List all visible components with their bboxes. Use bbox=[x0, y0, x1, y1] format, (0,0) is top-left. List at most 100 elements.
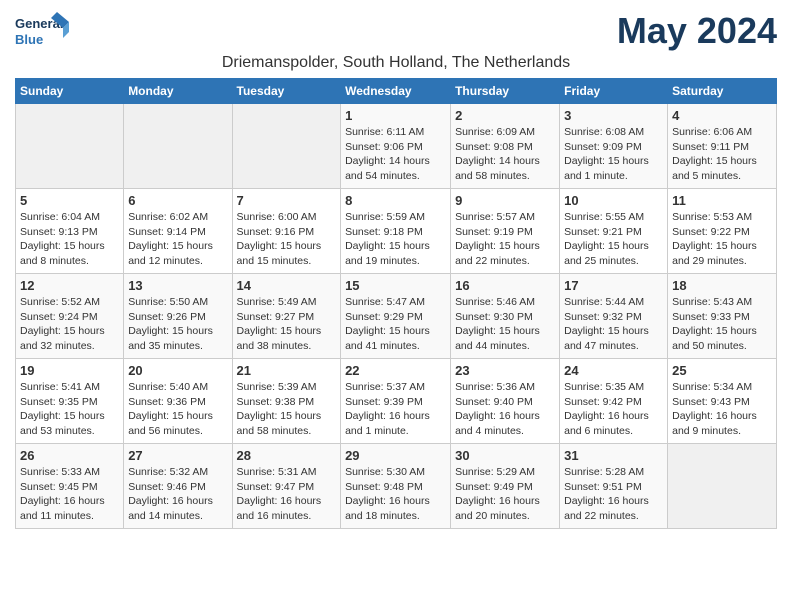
day-number: 12 bbox=[20, 278, 119, 293]
col-monday: Monday bbox=[124, 79, 232, 104]
table-row: 28 Sunrise: 5:31 AM Sunset: 9:47 PM Dayli… bbox=[232, 444, 341, 529]
day-info: Sunrise: 5:30 AM Sunset: 9:48 PM Dayligh… bbox=[345, 465, 446, 524]
day-number: 23 bbox=[455, 363, 555, 378]
day-number: 10 bbox=[564, 193, 663, 208]
col-tuesday: Tuesday bbox=[232, 79, 341, 104]
day-number: 9 bbox=[455, 193, 555, 208]
day-number: 17 bbox=[564, 278, 663, 293]
table-row: 20 Sunrise: 5:40 AM Sunset: 9:36 PM Dayli… bbox=[124, 359, 232, 444]
day-number: 4 bbox=[672, 108, 772, 123]
svg-text:Blue: Blue bbox=[15, 32, 43, 47]
calendar-week-row: 5 Sunrise: 6:04 AM Sunset: 9:13 PM Daylig… bbox=[16, 189, 777, 274]
day-info: Sunrise: 5:35 AM Sunset: 9:42 PM Dayligh… bbox=[564, 380, 663, 439]
day-info: Sunrise: 6:11 AM Sunset: 9:06 PM Dayligh… bbox=[345, 125, 446, 184]
table-row: 26 Sunrise: 5:33 AM Sunset: 9:45 PM Dayli… bbox=[16, 444, 124, 529]
day-info: Sunrise: 5:36 AM Sunset: 9:40 PM Dayligh… bbox=[455, 380, 555, 439]
day-number: 27 bbox=[128, 448, 227, 463]
day-number: 16 bbox=[455, 278, 555, 293]
table-row: 22 Sunrise: 5:37 AM Sunset: 9:39 PM Dayli… bbox=[341, 359, 451, 444]
day-info: Sunrise: 5:39 AM Sunset: 9:38 PM Dayligh… bbox=[237, 380, 337, 439]
day-info: Sunrise: 5:41 AM Sunset: 9:35 PM Dayligh… bbox=[20, 380, 119, 439]
day-info: Sunrise: 5:43 AM Sunset: 9:33 PM Dayligh… bbox=[672, 295, 772, 354]
month-year-title: May 2024 bbox=[617, 10, 777, 52]
day-info: Sunrise: 5:28 AM Sunset: 9:51 PM Dayligh… bbox=[564, 465, 663, 524]
day-info: Sunrise: 5:40 AM Sunset: 9:36 PM Dayligh… bbox=[128, 380, 227, 439]
day-number: 6 bbox=[128, 193, 227, 208]
day-number: 18 bbox=[672, 278, 772, 293]
table-row: 2Sunrise: 6:09 AM Sunset: 9:08 PM Daylig… bbox=[451, 104, 560, 189]
table-row: 7 Sunrise: 6:00 AM Sunset: 9:16 PM Daylig… bbox=[232, 189, 341, 274]
day-info: Sunrise: 6:02 AM Sunset: 9:14 PM Dayligh… bbox=[128, 210, 227, 269]
day-number: 31 bbox=[564, 448, 663, 463]
day-info: Sunrise: 5:34 AM Sunset: 9:43 PM Dayligh… bbox=[672, 380, 772, 439]
table-row bbox=[16, 104, 124, 189]
table-row bbox=[668, 444, 777, 529]
day-info: Sunrise: 5:57 AM Sunset: 9:19 PM Dayligh… bbox=[455, 210, 555, 269]
day-number: 2 bbox=[455, 108, 555, 123]
day-info: Sunrise: 5:59 AM Sunset: 9:18 PM Dayligh… bbox=[345, 210, 446, 269]
day-number: 11 bbox=[672, 193, 772, 208]
table-row: 5 Sunrise: 6:04 AM Sunset: 9:13 PM Daylig… bbox=[16, 189, 124, 274]
day-number: 7 bbox=[237, 193, 337, 208]
col-saturday: Saturday bbox=[668, 79, 777, 104]
day-number: 8 bbox=[345, 193, 446, 208]
table-row bbox=[124, 104, 232, 189]
calendar-week-row: 26 Sunrise: 5:33 AM Sunset: 9:45 PM Dayli… bbox=[16, 444, 777, 529]
day-number: 5 bbox=[20, 193, 119, 208]
day-number: 3 bbox=[564, 108, 663, 123]
day-number: 21 bbox=[237, 363, 337, 378]
table-row: 16 Sunrise: 5:46 AM Sunset: 9:30 PM Dayli… bbox=[451, 274, 560, 359]
day-number: 29 bbox=[345, 448, 446, 463]
table-row: 19 Sunrise: 5:41 AM Sunset: 9:35 PM Dayli… bbox=[16, 359, 124, 444]
table-row: 14Sunrise: 5:49 AM Sunset: 9:27 PM Dayli… bbox=[232, 274, 341, 359]
day-info: Sunrise: 5:44 AM Sunset: 9:32 PM Dayligh… bbox=[564, 295, 663, 354]
calendar-header-row: Sunday Monday Tuesday Wednesday Thursday… bbox=[16, 79, 777, 104]
day-info: Sunrise: 5:53 AM Sunset: 9:22 PM Dayligh… bbox=[672, 210, 772, 269]
day-number: 20 bbox=[128, 363, 227, 378]
table-row: 6 Sunrise: 6:02 AM Sunset: 9:14 PM Daylig… bbox=[124, 189, 232, 274]
day-info: Sunrise: 5:31 AM Sunset: 9:47 PM Dayligh… bbox=[237, 465, 337, 524]
day-number: 26 bbox=[20, 448, 119, 463]
day-info: Sunrise: 6:06 AM Sunset: 9:11 PM Dayligh… bbox=[672, 125, 772, 184]
day-info: Sunrise: 5:52 AM Sunset: 9:24 PM Dayligh… bbox=[20, 295, 119, 354]
day-info: Sunrise: 5:33 AM Sunset: 9:45 PM Dayligh… bbox=[20, 465, 119, 524]
table-row: 1 Sunrise: 6:11 AM Sunset: 9:06 PM Daylig… bbox=[341, 104, 451, 189]
day-info: Sunrise: 6:08 AM Sunset: 9:09 PM Dayligh… bbox=[564, 125, 663, 184]
col-friday: Friday bbox=[560, 79, 668, 104]
calendar-week-row: 12 Sunrise: 5:52 AM Sunset: 9:24 PM Dayli… bbox=[16, 274, 777, 359]
day-number: 15 bbox=[345, 278, 446, 293]
table-row: 27 Sunrise: 5:32 AM Sunset: 9:46 PM Dayli… bbox=[124, 444, 232, 529]
day-info: Sunrise: 5:46 AM Sunset: 9:30 PM Dayligh… bbox=[455, 295, 555, 354]
month-title: May 2024 bbox=[617, 10, 777, 52]
day-number: 14 bbox=[237, 278, 337, 293]
table-row: 8 Sunrise: 5:59 AM Sunset: 9:18 PM Daylig… bbox=[341, 189, 451, 274]
day-number: 1 bbox=[345, 108, 446, 123]
table-row: 12 Sunrise: 5:52 AM Sunset: 9:24 PM Dayli… bbox=[16, 274, 124, 359]
calendar-table: Sunday Monday Tuesday Wednesday Thursday… bbox=[15, 78, 777, 529]
day-info: Sunrise: 5:37 AM Sunset: 9:39 PM Dayligh… bbox=[345, 380, 446, 439]
day-info: Sunrise: 6:00 AM Sunset: 9:16 PM Dayligh… bbox=[237, 210, 337, 269]
day-info: Sunrise: 5:29 AM Sunset: 9:49 PM Dayligh… bbox=[455, 465, 555, 524]
day-info: Sunrise: 5:32 AM Sunset: 9:46 PM Dayligh… bbox=[128, 465, 227, 524]
day-number: 22 bbox=[345, 363, 446, 378]
day-number: 13 bbox=[128, 278, 227, 293]
table-row: 9 Sunrise: 5:57 AM Sunset: 9:19 PM Daylig… bbox=[451, 189, 560, 274]
day-number: 30 bbox=[455, 448, 555, 463]
table-row: 31 Sunrise: 5:28 AM Sunset: 9:51 PM Dayli… bbox=[560, 444, 668, 529]
day-number: 25 bbox=[672, 363, 772, 378]
table-row: 3 Sunrise: 6:08 AM Sunset: 9:09 PM Daylig… bbox=[560, 104, 668, 189]
day-info: Sunrise: 6:04 AM Sunset: 9:13 PM Dayligh… bbox=[20, 210, 119, 269]
table-row: 29 Sunrise: 5:30 AM Sunset: 9:48 PM Dayli… bbox=[341, 444, 451, 529]
col-wednesday: Wednesday bbox=[341, 79, 451, 104]
day-number: 28 bbox=[237, 448, 337, 463]
table-row: 17 Sunrise: 5:44 AM Sunset: 9:32 PM Dayli… bbox=[560, 274, 668, 359]
table-row: 25 Sunrise: 5:34 AM Sunset: 9:43 PM Dayli… bbox=[668, 359, 777, 444]
day-number: 19 bbox=[20, 363, 119, 378]
day-info: Sunrise: 5:47 AM Sunset: 9:29 PM Dayligh… bbox=[345, 295, 446, 354]
day-info: Sunrise: 5:55 AM Sunset: 9:21 PM Dayligh… bbox=[564, 210, 663, 269]
day-info: Sunrise: 5:50 AM Sunset: 9:26 PM Dayligh… bbox=[128, 295, 227, 354]
table-row: 23 Sunrise: 5:36 AM Sunset: 9:40 PM Dayli… bbox=[451, 359, 560, 444]
table-row: 18 Sunrise: 5:43 AM Sunset: 9:33 PM Dayli… bbox=[668, 274, 777, 359]
table-row: 30 Sunrise: 5:29 AM Sunset: 9:49 PM Dayli… bbox=[451, 444, 560, 529]
table-row: 13 Sunrise: 5:50 AM Sunset: 9:26 PM Dayli… bbox=[124, 274, 232, 359]
